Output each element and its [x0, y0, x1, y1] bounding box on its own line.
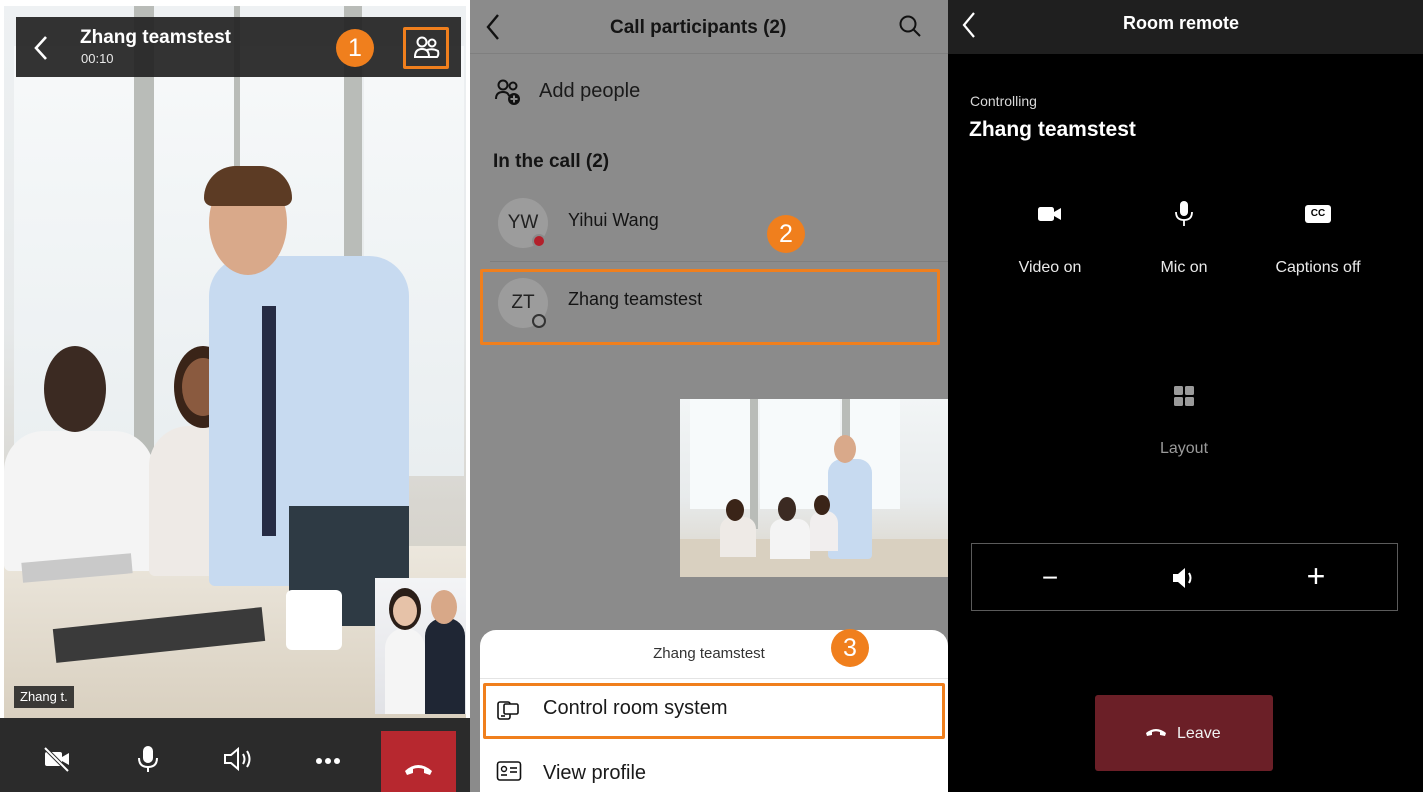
volume-up-button[interactable]: + [1298, 558, 1334, 594]
hang-up-icon [1146, 729, 1166, 736]
selected-item-highlight [483, 683, 945, 739]
captions-icon: CC [1305, 205, 1331, 223]
video-camera-icon [1038, 207, 1061, 221]
busy-status-icon [532, 234, 546, 248]
leave-button[interactable]: Leave [1095, 695, 1273, 771]
search-icon [899, 15, 921, 37]
search-button[interactable] [897, 13, 923, 39]
menu-item-label: View profile [543, 762, 647, 784]
participants-title: Call participants (2) [610, 17, 787, 38]
add-people-icon [495, 79, 520, 105]
person [4, 431, 154, 571]
chevron-left-icon [962, 12, 975, 38]
mic-icon [138, 746, 158, 772]
room-name: Zhang teamstest [969, 118, 1136, 141]
call-title: Zhang teamstest [80, 27, 231, 48]
mic-toggle[interactable]: Mic on [1114, 195, 1254, 285]
option-label: Captions off [1275, 259, 1361, 276]
remote-title: Room remote [1123, 13, 1240, 33]
participants-button[interactable] [413, 35, 441, 61]
video-preview [680, 399, 948, 577]
leave-label: Leave [1177, 725, 1221, 742]
participants-header: Call participants (2) [470, 0, 948, 54]
room-remote-view: Room remote Controlling Zhang teamstest … [948, 0, 1423, 792]
self-name-tag: Zhang t. [14, 686, 74, 708]
divider [480, 678, 948, 679]
layout-label: Layout [1159, 440, 1209, 457]
participant-name: Yihui Wang [568, 210, 659, 230]
option-label: Mic on [1160, 259, 1208, 276]
video-toggle-button[interactable] [42, 744, 72, 774]
step-badge: 3 [831, 629, 869, 667]
controlling-label: Controlling [970, 93, 1037, 109]
back-button[interactable] [32, 34, 52, 62]
layout-grid-icon [1174, 386, 1194, 406]
in-call-heading: In the call (2) [493, 151, 610, 172]
people-icon [413, 36, 440, 58]
remote-header: Room remote [948, 0, 1423, 54]
back-button[interactable] [484, 12, 502, 42]
end-call-button[interactable] [381, 731, 456, 792]
sheet-header: Zhang teamstest [653, 645, 765, 662]
selected-participant-highlight [480, 269, 940, 345]
participant-action-sheet: Zhang teamstest Control room system View… [480, 630, 948, 792]
speaker-icon [224, 746, 251, 772]
volume-down-button[interactable]: − [1032, 560, 1068, 596]
more-icon [316, 758, 340, 764]
option-label: Video on [1018, 259, 1082, 276]
divider [490, 261, 948, 262]
view-profile-item[interactable]: View profile [480, 748, 948, 792]
add-people-icon-wrap[interactable] [494, 78, 524, 108]
hang-up-icon [405, 765, 432, 775]
video-toggle[interactable]: Video on [980, 195, 1120, 285]
more-options-button[interactable] [313, 744, 343, 774]
speaker-button[interactable] [222, 744, 252, 774]
layout-button[interactable]: Layout [1114, 380, 1254, 470]
call-view: Zhang teamstest 00:10 1 Zhang t. [0, 0, 470, 792]
step-badge: 2 [767, 215, 805, 253]
volume-icon [1173, 568, 1192, 588]
microphone-icon [1175, 201, 1193, 226]
participant-row[interactable]: YW Yihui Wang [470, 192, 948, 258]
mic-button[interactable] [133, 744, 163, 774]
self-preview [375, 578, 466, 714]
chevron-left-icon [34, 36, 47, 60]
participants-view: Call participants (2) Add people In the … [470, 0, 948, 792]
captions-toggle[interactable]: CC Captions off [1248, 195, 1388, 285]
step-badge: 1 [336, 29, 374, 67]
back-button[interactable] [960, 10, 978, 40]
contact-card-icon [496, 761, 522, 781]
volume-control: − + [971, 543, 1398, 611]
video-off-icon [43, 746, 70, 773]
add-people-link[interactable]: Add people [539, 80, 640, 103]
chevron-left-icon [486, 14, 499, 40]
call-timer: 00:10 [81, 51, 114, 66]
